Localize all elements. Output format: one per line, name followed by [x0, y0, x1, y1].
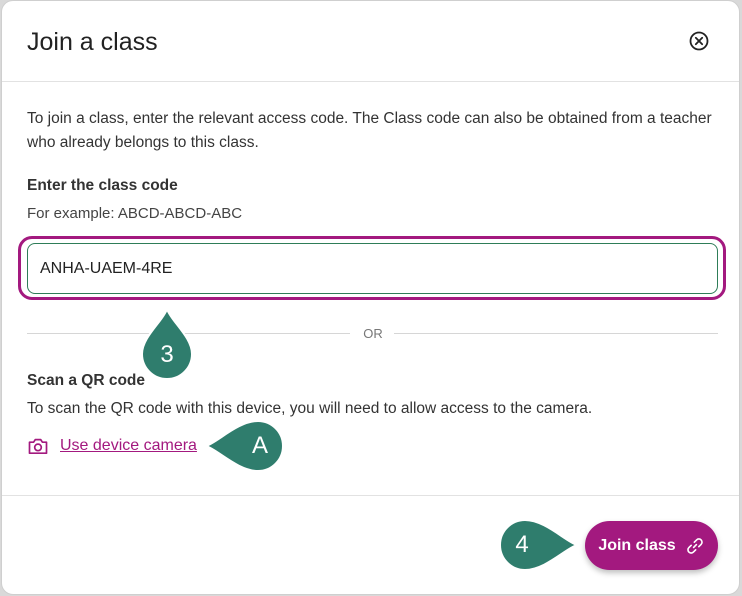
divider-or: OR	[363, 326, 383, 341]
camera-link-label: Use device camera	[60, 437, 197, 454]
link-icon	[686, 537, 703, 554]
step-3-label: 3	[160, 341, 174, 368]
step-a-marker: A	[204, 419, 288, 473]
dialog-title: Join a class	[27, 28, 158, 56]
class-code-label: Enter the class code	[27, 177, 178, 194]
footer-divider	[2, 495, 739, 496]
step-a-label: A	[251, 432, 268, 459]
step-4-marker: 4	[495, 518, 579, 572]
divider-line-right	[394, 333, 718, 334]
close-button[interactable]	[689, 31, 709, 51]
join-class-label: Join class	[598, 536, 676, 554]
use-device-camera-link[interactable]: Use device camera	[27, 434, 197, 458]
class-code-hint: For example: ABCD-ABCD-ABC	[27, 205, 243, 222]
step-3-marker: 3	[140, 307, 194, 381]
dialog-header: Join a class	[2, 1, 739, 82]
class-code-input[interactable]	[27, 243, 718, 294]
join-class-dialog: Join a class To join a class, enter the …	[1, 0, 740, 595]
qr-code-label: Scan a QR code	[27, 372, 146, 389]
camera-icon	[28, 438, 48, 455]
step-4-label: 4	[515, 531, 529, 558]
intro-text: To join a class, enter the relevant acce…	[27, 110, 712, 151]
close-circle-icon	[689, 31, 709, 51]
join-class-button[interactable]: Join class	[585, 521, 718, 570]
qr-code-description: To scan the QR code with this device, yo…	[27, 400, 593, 417]
